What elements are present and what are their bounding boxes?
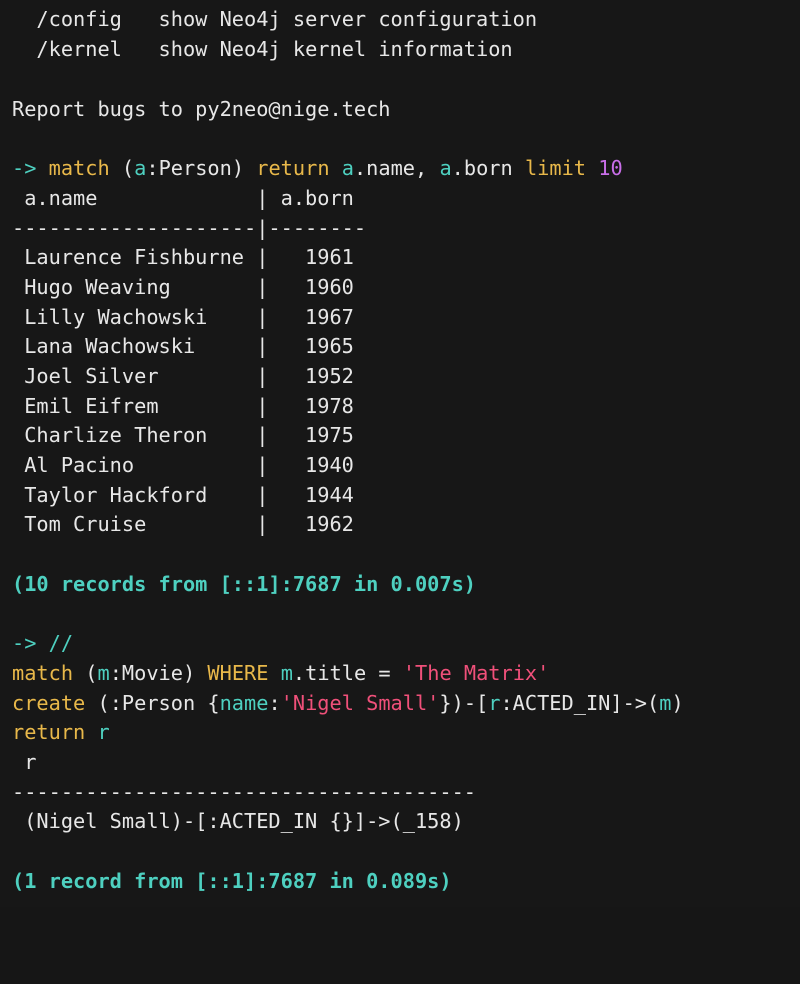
query2-prompt-line: -> // <box>12 628 73 658</box>
return-keyword: return <box>12 720 86 744</box>
return-keyword: return <box>256 156 330 180</box>
string-literal: 'Nigel Small' <box>280 691 440 715</box>
return-variable: r <box>97 720 110 744</box>
query2-match-line: match (m:Movie) WHERE m.title = 'The Mat… <box>12 658 549 688</box>
limit-value: 10 <box>598 156 623 180</box>
match-keyword: match <box>48 156 110 180</box>
node-label: :Movie) <box>109 661 196 685</box>
create-keyword: create <box>12 691 86 715</box>
table-row: Emil Eifrem | 1978 <box>12 394 354 418</box>
help-config-line: /config show Neo4j server configuration <box>12 4 537 34</box>
pattern-open: ( <box>121 156 135 180</box>
table-row: Charlize Theron | 1975 <box>12 423 354 447</box>
node-label: :Person) <box>146 156 245 180</box>
create-pattern-end: ) <box>671 691 684 715</box>
property-key: name <box>219 691 269 715</box>
result-table-separator: --------------------|-------- <box>12 216 367 240</box>
terminal-window[interactable]: /config show Neo4j server configuration … <box>0 0 800 907</box>
query2-summary: (1 record from [::1]:7687 in 0.089s) <box>12 869 452 893</box>
query2-return-line: return r <box>12 717 110 747</box>
create-pattern-middle: })-[ <box>439 691 489 715</box>
col1-property: .name, <box>353 156 428 180</box>
node-variable: m <box>97 661 110 685</box>
property-expression: .title = <box>292 661 391 685</box>
config-description: show Neo4j server configuration <box>158 7 538 31</box>
result2-row: (Nigel Small)-[:ACTED_IN {}]->(_158) <box>12 809 464 833</box>
result2-header: r <box>12 750 37 774</box>
relationship-variable: r <box>488 691 501 715</box>
query1-command-line: -> match (a:Person) return a.name, a.bor… <box>12 153 623 183</box>
table-row: Laurence Fishburne | 1961 <box>12 245 354 269</box>
bug-report-line: Report bugs to py2neo@nige.tech <box>12 97 391 121</box>
table-row: Al Pacino | 1940 <box>12 453 354 477</box>
kernel-command: /kernel <box>36 37 122 61</box>
node-variable: a <box>134 156 147 180</box>
table-row: Hugo Weaving | 1960 <box>12 275 354 299</box>
table-row: Tom Cruise | 1962 <box>12 512 354 536</box>
config-command: /config <box>36 7 122 31</box>
match-keyword: match <box>12 661 74 685</box>
comment-marker: // <box>48 631 74 655</box>
pattern-open: ( <box>85 661 98 685</box>
query2-create-line: create (:Person {name:'Nigel Small'})-[r… <box>12 688 684 718</box>
col1-variable: a <box>341 156 354 180</box>
key-colon: : <box>268 691 281 715</box>
limit-keyword: limit <box>524 156 587 180</box>
kernel-description: show Neo4j kernel information <box>158 37 513 61</box>
table-row: Lilly Wachowski | 1967 <box>12 305 354 329</box>
table-row: Lana Wachowski | 1965 <box>12 334 354 358</box>
help-kernel-line: /kernel show Neo4j kernel information <box>12 34 513 64</box>
query1-summary: (10 records from [::1]:7687 in 0.007s) <box>12 572 476 596</box>
create-pattern-start: (:Person { <box>97 691 220 715</box>
col2-variable: a <box>439 156 452 180</box>
relationship-type: :ACTED_IN]->( <box>500 691 660 715</box>
property-variable: m <box>280 661 293 685</box>
where-keyword: WHERE <box>207 661 269 685</box>
prompt-arrow: -> <box>12 631 37 655</box>
prompt-arrow: -> <box>12 156 37 180</box>
target-variable: m <box>659 691 672 715</box>
result-table-header: a.name | a.born <box>12 186 354 210</box>
string-literal: 'The Matrix' <box>402 661 550 685</box>
table-row: Taylor Hackford | 1944 <box>12 483 354 507</box>
result2-separator: -------------------------------------- <box>12 780 476 804</box>
table-row: Joel Silver | 1952 <box>12 364 354 388</box>
col2-property: .born <box>451 156 513 180</box>
